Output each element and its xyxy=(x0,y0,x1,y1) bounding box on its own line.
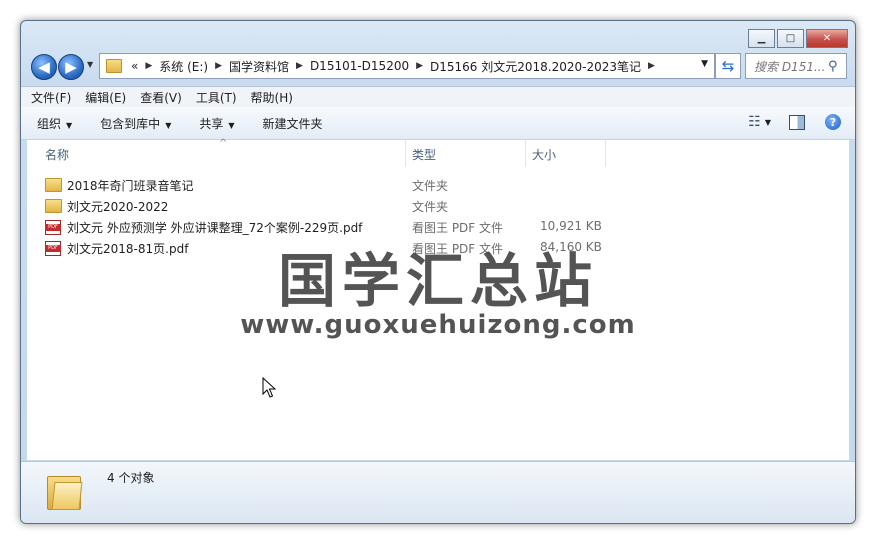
chevron-right-icon[interactable]: ▶ xyxy=(412,61,427,71)
file-row[interactable]: 刘文元2018-81页.pdf 看图王 PDF 文件 84,160 KB xyxy=(45,238,645,258)
column-header-row: ^ 名称 类型 大小 xyxy=(27,138,849,167)
column-divider[interactable] xyxy=(525,140,526,167)
organize-label: 组织 xyxy=(37,116,62,131)
folder-icon xyxy=(45,199,62,213)
help-icon[interactable]: ? xyxy=(825,114,841,130)
breadcrumb-library[interactable]: 国学资料馆 xyxy=(226,58,292,75)
file-row[interactable]: 2018年奇门班录音笔记 文件夹 xyxy=(45,175,645,195)
file-list-pane: ^ 名称 类型 大小 2018年奇门班录音笔记 文件夹 刘文元2020-2022… xyxy=(27,138,849,460)
column-type[interactable]: 类型 xyxy=(412,146,436,163)
folder-icon xyxy=(47,472,83,510)
file-row[interactable]: 刘文元2020-2022 文件夹 xyxy=(45,196,645,216)
address-bar[interactable]: « ▶ 系统 (E:) ▶ 国学资料馆 ▶ D15101-D15200 ▶ D1… xyxy=(99,53,715,79)
recent-pages-dropdown-icon[interactable]: ▼ xyxy=(87,60,93,69)
forward-button[interactable]: ▶ xyxy=(58,54,84,80)
breadcrumb-overflow[interactable]: « xyxy=(128,59,141,73)
menu-help[interactable]: 帮助(H) xyxy=(251,89,293,106)
column-name[interactable]: 名称 xyxy=(45,146,69,163)
column-divider[interactable] xyxy=(605,140,606,167)
preview-pane-icon[interactable] xyxy=(789,114,805,130)
file-name: 刘文元2020-2022 xyxy=(67,200,169,214)
pdf-icon xyxy=(45,220,61,235)
share-button[interactable]: 共享 ▼ xyxy=(199,115,234,132)
search-input[interactable]: 搜索 D151... ⚲ xyxy=(745,53,847,79)
item-count: 4 个对象 xyxy=(107,471,155,485)
window-controls: ▁ □ ✕ xyxy=(748,29,848,48)
file-type: 看图王 PDF 文件 xyxy=(412,221,504,235)
menu-view[interactable]: 查看(V) xyxy=(140,89,182,106)
menu-tools[interactable]: 工具(T) xyxy=(196,89,237,106)
navigation-bar: ◀ ▶ ▼ « ▶ 系统 (E:) ▶ 国学资料馆 ▶ D15101-D1520… xyxy=(29,52,847,80)
chevron-right-icon[interactable]: ▶ xyxy=(292,61,307,71)
file-type: 文件夹 xyxy=(412,179,449,193)
chevron-right-icon[interactable]: ▶ xyxy=(644,61,659,71)
share-label: 共享 xyxy=(199,116,224,131)
column-divider[interactable] xyxy=(405,140,406,167)
file-name: 刘文元2018-81页.pdf xyxy=(67,242,189,256)
file-name: 2018年奇门班录音笔记 xyxy=(67,179,194,193)
details-pane: 4 个对象 xyxy=(21,461,855,523)
breadcrumb-drive[interactable]: 系统 (E:) xyxy=(156,58,211,75)
include-in-library-label: 包含到库中 xyxy=(100,116,161,131)
menu-bar: 文件(F) 编辑(E) 查看(V) 工具(T) 帮助(H) xyxy=(21,86,855,107)
close-button[interactable]: ✕ xyxy=(806,29,848,48)
folder-icon xyxy=(106,59,122,73)
menu-file[interactable]: 文件(F) xyxy=(31,89,71,106)
chevron-down-icon: ▼ xyxy=(165,120,172,130)
address-history-dropdown-icon[interactable]: ▼ xyxy=(701,59,708,69)
breadcrumb-current[interactable]: D15166 刘文元2018.2020-2023笔记 xyxy=(427,58,644,75)
view-options-dropdown-icon[interactable]: ▼ xyxy=(765,118,771,127)
column-size[interactable]: 大小 xyxy=(532,146,556,163)
folder-icon xyxy=(45,178,62,192)
chevron-right-icon[interactable]: ▶ xyxy=(211,61,226,71)
file-size: 10,921 KB xyxy=(540,219,602,233)
menu-edit[interactable]: 编辑(E) xyxy=(85,89,126,106)
chevron-down-icon: ▼ xyxy=(66,120,73,130)
refresh-icon: ⇆ xyxy=(721,57,735,75)
mouse-pointer-icon xyxy=(262,377,276,398)
new-folder-button[interactable]: 新建文件夹 xyxy=(263,115,323,132)
minimize-button[interactable]: ▁ xyxy=(748,29,775,48)
command-bar: 组织 ▼ 包含到库中 ▼ 共享 ▼ 新建文件夹 ☷ ▼ ? xyxy=(21,107,855,140)
pdf-icon xyxy=(45,241,61,256)
file-type: 文件夹 xyxy=(412,200,449,214)
search-placeholder: 搜索 D151... xyxy=(754,59,826,74)
breadcrumb-range[interactable]: D15101-D15200 xyxy=(307,59,412,73)
file-row[interactable]: 刘文元 外应预测学 外应讲课整理_72个案例-229页.pdf 看图王 PDF … xyxy=(45,217,645,237)
search-icon[interactable]: ⚲ xyxy=(828,59,846,74)
change-view-icon[interactable]: ☷ xyxy=(748,114,761,130)
maximize-button[interactable]: □ xyxy=(777,29,804,48)
explorer-window: ▁ □ ✕ ◀ ▶ ▼ « ▶ 系统 (E:) ▶ 国学资料馆 ▶ D15101… xyxy=(20,20,856,524)
back-button[interactable]: ◀ xyxy=(31,54,57,80)
chevron-right-icon[interactable]: ▶ xyxy=(141,61,156,71)
sort-ascending-icon: ^ xyxy=(219,138,228,149)
chevron-down-icon: ▼ xyxy=(228,120,235,130)
file-name: 刘文元 外应预测学 外应讲课整理_72个案例-229页.pdf xyxy=(67,221,363,235)
watermark-url: www.guoxuehuizong.com xyxy=(240,310,636,340)
refresh-button[interactable]: ⇆ xyxy=(715,53,741,79)
view-controls: ☷ ▼ ? xyxy=(748,114,841,130)
include-in-library-button[interactable]: 包含到库中 ▼ xyxy=(100,115,171,132)
file-type: 看图王 PDF 文件 xyxy=(412,242,504,256)
file-size: 84,160 KB xyxy=(540,240,602,254)
organize-button[interactable]: 组织 ▼ xyxy=(37,115,72,132)
